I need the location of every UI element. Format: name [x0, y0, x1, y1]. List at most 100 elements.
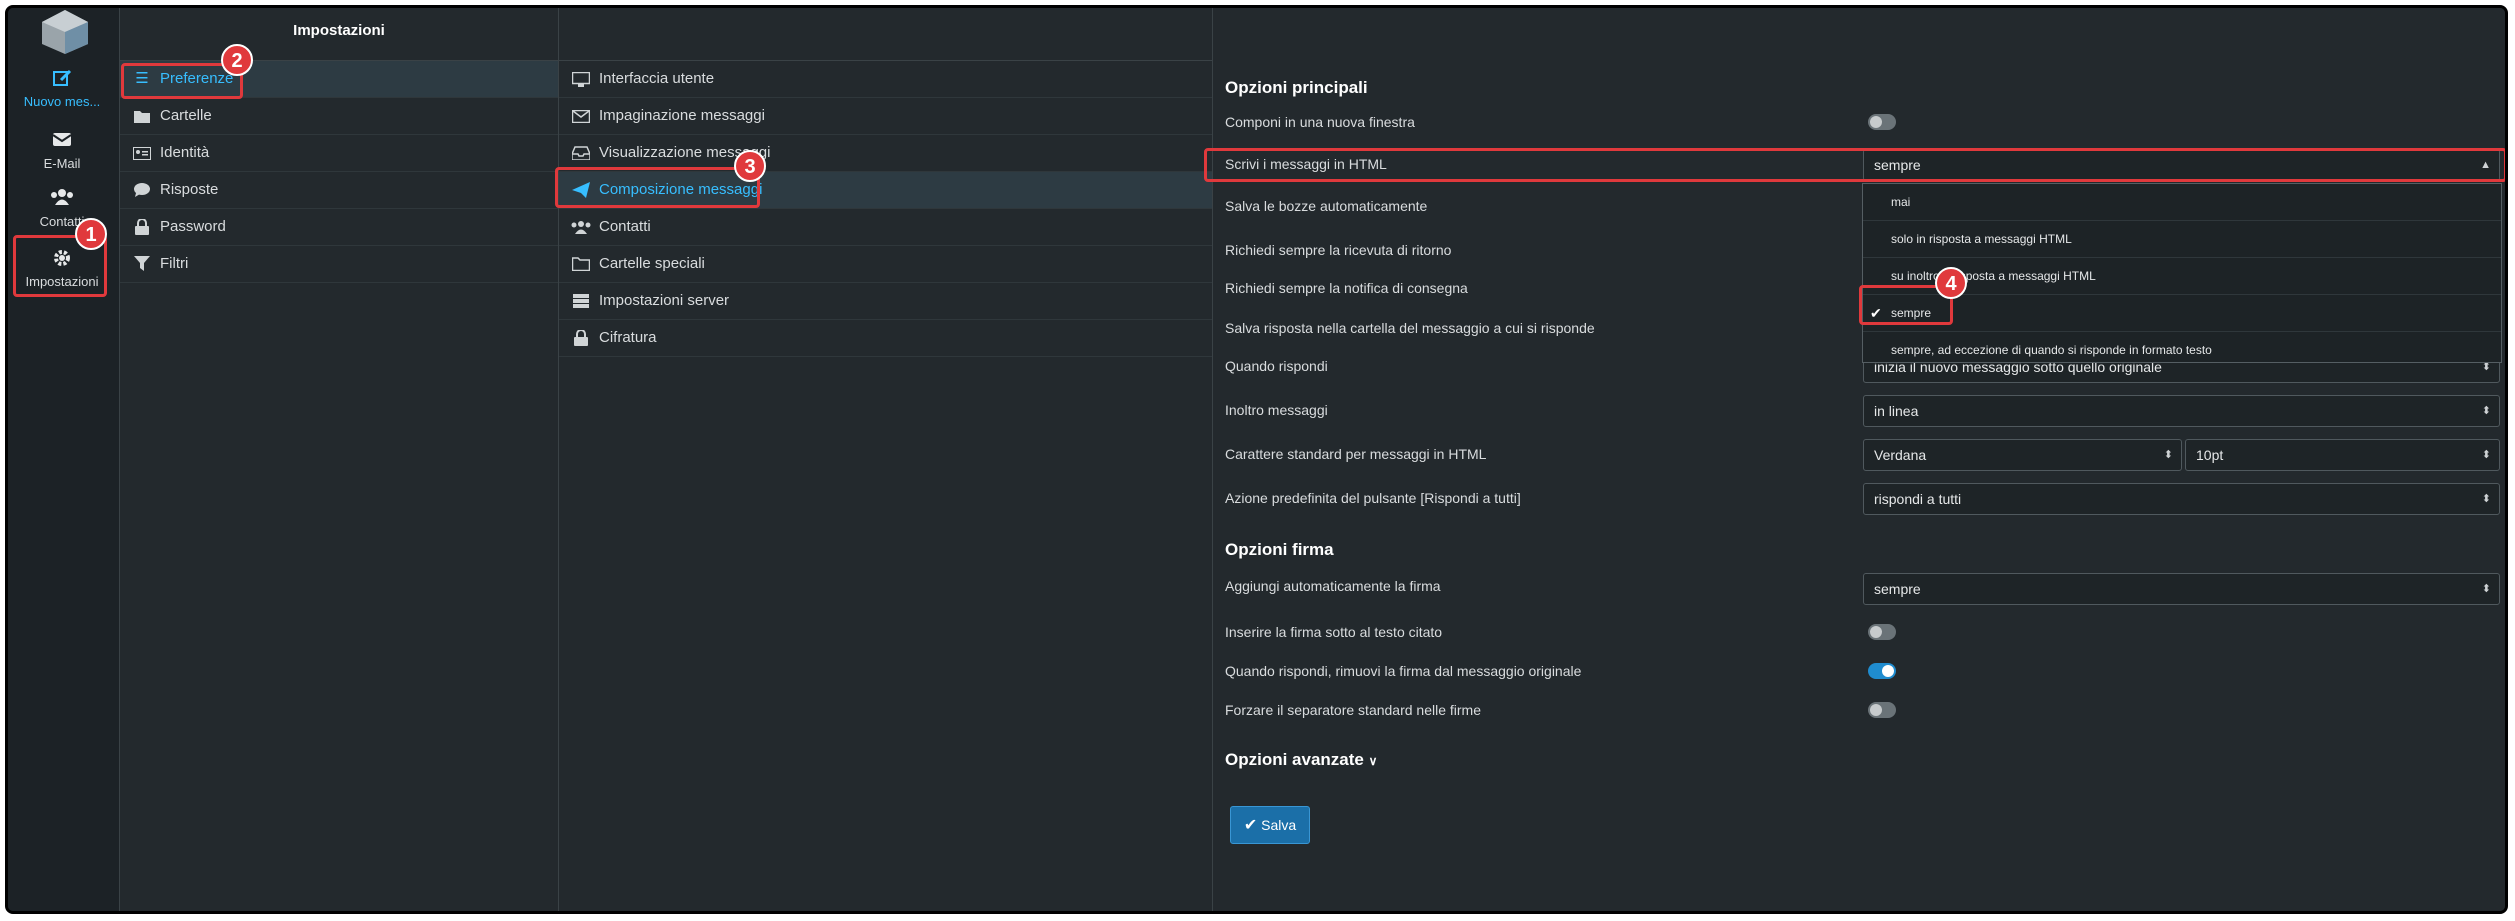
- settings-item-identities[interactable]: Identità: [120, 135, 558, 172]
- select-font-family[interactable]: Verdana ⬍: [1863, 439, 2182, 471]
- settings-item-responses[interactable]: Risposte: [120, 172, 558, 209]
- label-autosave: Salva le bozze automaticamente: [1225, 198, 1428, 214]
- select-value: sempre: [1874, 581, 1921, 597]
- server-icon: [571, 283, 591, 319]
- comment-icon: [132, 172, 152, 208]
- sections-header: [559, 8, 1212, 61]
- annotation-badge-3: 3: [734, 150, 766, 182]
- check-icon: ✔: [1243, 817, 1258, 834]
- settings-column: Impostazioni ☰ Preferenze Cartelle Ident…: [120, 8, 559, 911]
- select-caret-icon: ⬍: [2481, 493, 2491, 505]
- label-when-reply: Quando rispondi: [1225, 358, 1328, 374]
- filter-icon: [132, 246, 152, 282]
- select-font-size[interactable]: 10pt ⬍: [2185, 439, 2500, 471]
- select-value: 10pt: [2196, 447, 2224, 463]
- section-item-label: Interfaccia utente: [599, 70, 715, 87]
- chevron-down-icon: ∨: [1368, 754, 1378, 768]
- section-item-label: Contatti: [599, 218, 651, 235]
- select-forward[interactable]: in linea ⬍: [1863, 395, 2500, 427]
- label-signature-below-quote: Inserire la firma sotto al testo citato: [1225, 624, 1443, 640]
- settings-item-label: Cartelle: [160, 107, 212, 124]
- label-reply-all-action: Azione predefinita del pulsante [Rispond…: [1225, 490, 1521, 506]
- icon-rail: Nuovo mes... E-Mail Contatti Impostazion…: [8, 8, 120, 911]
- label-request-receipt: Richiedi sempre la ricevuta di ritorno: [1225, 242, 1452, 258]
- section-title-signature: Opzioni firma: [1225, 540, 1334, 559]
- annotation-badge-4: 4: [1935, 267, 1967, 299]
- dropdown-option[interactable]: solo in risposta a messaggi HTML: [1863, 221, 2501, 258]
- annotation-highlight-write-html: [1204, 148, 2505, 182]
- section-item-label: Cartelle speciali: [599, 255, 705, 272]
- app-window: Nuovo mes... E-Mail Contatti Impostazion…: [5, 5, 2508, 914]
- dropdown-option[interactable]: sempre, ad eccezione di quando si rispon…: [1863, 332, 2501, 368]
- select-caret-icon: ⬍: [2163, 449, 2173, 461]
- folder-icon: [132, 98, 152, 134]
- label-forward: Inoltro messaggi: [1225, 402, 1328, 418]
- settings-item-label: Filtri: [160, 255, 189, 272]
- toggle-compose-new-window[interactable]: [1868, 114, 1896, 130]
- rail-compose[interactable]: Nuovo mes...: [12, 68, 112, 109]
- section-item-layout[interactable]: Impaginazione messaggi: [559, 98, 1212, 135]
- section-item-server[interactable]: Impostazioni server: [559, 283, 1212, 320]
- id-card-icon: [132, 135, 152, 171]
- settings-title: Impostazioni: [120, 8, 558, 61]
- dropdown-option-selected[interactable]: ✔ sempre: [1863, 295, 2501, 332]
- settings-item-filters[interactable]: Filtri: [120, 246, 558, 283]
- dropdown-option-label: sempre, ad eccezione di quando si rispon…: [1891, 343, 2212, 357]
- section-item-label: Cifratura: [599, 329, 657, 346]
- monitor-icon: [571, 61, 591, 97]
- compose-icon: [12, 68, 112, 94]
- label-strip-signature: Quando rispondi, rimuovi la firma dal me…: [1225, 663, 1582, 679]
- contacts-icon: [12, 188, 112, 214]
- annotation-badge-2: 2: [221, 44, 253, 76]
- section-title-main: Opzioni principali: [1225, 78, 1368, 97]
- annotation-highlight-composition: [555, 167, 760, 208]
- label-default-font: Carattere standard per messaggi in HTML: [1225, 446, 1487, 462]
- select-signature-auto-add[interactable]: sempre ⬍: [1863, 573, 2500, 605]
- section-item-ui[interactable]: Interfaccia utente: [559, 61, 1212, 98]
- envelope-icon: [12, 130, 112, 156]
- rail-email[interactable]: E-Mail: [12, 130, 112, 171]
- label-request-delivery: Richiedi sempre la notifica di consegna: [1225, 280, 1468, 296]
- label-signature-auto-add: Aggiungi automaticamente la firma: [1225, 578, 1441, 594]
- section-item-encryption[interactable]: Cifratura: [559, 320, 1212, 357]
- preferences-panel: Opzioni principali Componi in una nuova …: [1213, 8, 2505, 911]
- select-caret-icon: ⬍: [2481, 583, 2491, 595]
- label-save-reply-folder: Salva risposta nella cartella del messag…: [1225, 320, 1595, 336]
- sections-column: Interfaccia utente Impaginazione messagg…: [559, 8, 1213, 911]
- save-button-label: Salva: [1261, 817, 1297, 833]
- contacts-icon: [571, 209, 591, 245]
- select-value: Verdana: [1874, 447, 1927, 463]
- select-value: in linea: [1874, 403, 1919, 419]
- section-item-special-folders[interactable]: Cartelle speciali: [559, 246, 1212, 283]
- dropdown-option[interactable]: mai: [1863, 184, 2501, 221]
- advanced-options-toggle[interactable]: Opzioni avanzate ∨: [1225, 750, 1377, 770]
- folder-open-icon: [571, 246, 591, 282]
- select-caret-icon: ⬍: [2481, 449, 2491, 461]
- envelope-icon: [571, 98, 591, 134]
- lock-icon: [571, 320, 591, 356]
- select-reply-all-action[interactable]: rispondi a tutti ⬍: [1863, 483, 2500, 515]
- section-item-label: Impaginazione messaggi: [599, 107, 765, 124]
- settings-item-label: Password: [160, 218, 226, 235]
- rail-label-compose: Nuovo mes...: [23, 94, 101, 109]
- toggle-strip-signature[interactable]: [1868, 663, 1896, 679]
- section-item-label: Impostazioni server: [599, 292, 730, 309]
- toggle-force-separator[interactable]: [1868, 702, 1896, 718]
- app-logo: [42, 10, 88, 54]
- settings-item-label: Identità: [160, 144, 210, 161]
- dropdown-option-label: solo in risposta a messaggi HTML: [1891, 232, 2072, 246]
- annotation-badge-1: 1: [75, 218, 107, 250]
- save-button[interactable]: ✔ Salva: [1230, 806, 1310, 844]
- dropdown-option-label: mai: [1891, 195, 1911, 209]
- dropdown-option-label: su inoltro o risposta a messaggi HTML: [1891, 269, 2096, 283]
- settings-item-password[interactable]: Password: [120, 209, 558, 246]
- settings-item-folders[interactable]: Cartelle: [120, 98, 558, 135]
- toggle-signature-below-quote[interactable]: [1868, 624, 1896, 640]
- select-caret-icon: ⬍: [2481, 405, 2491, 417]
- settings-item-label: Risposte: [160, 181, 219, 198]
- label-force-separator: Forzare il separatore standard nelle fir…: [1225, 702, 1482, 718]
- label-compose-new-window: Componi in una nuova finestra: [1225, 114, 1415, 130]
- inbox-icon: [571, 135, 591, 171]
- advanced-options-label: Opzioni avanzate: [1225, 750, 1364, 769]
- section-item-contacts[interactable]: Contatti: [559, 209, 1212, 246]
